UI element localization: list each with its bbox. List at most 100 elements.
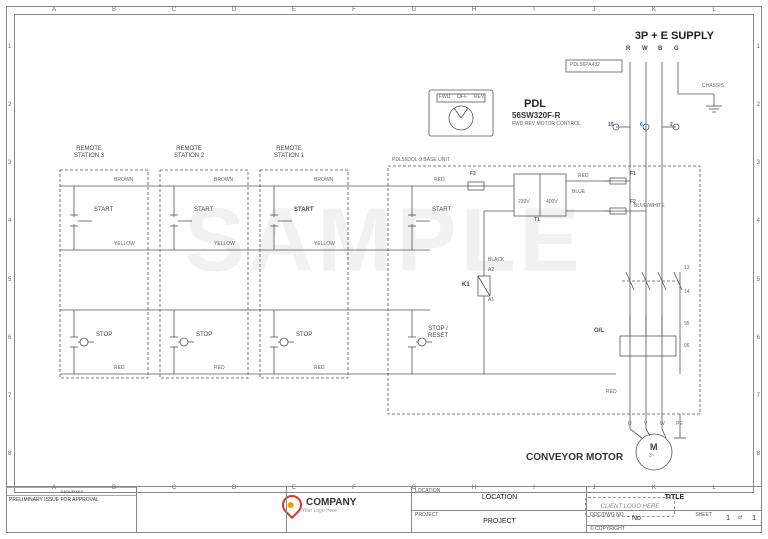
f3-label: F3 (470, 172, 476, 178)
wire-brown-1: BROWN (114, 178, 133, 184)
base-unit-label: PDL56DOL-9 BASE UNIT (392, 158, 450, 164)
station1-label: REMOTE STATION 1 (274, 146, 304, 159)
term-10: 10 (608, 123, 614, 129)
sw-off: OFF (457, 95, 467, 101)
ruler-col: C (172, 7, 176, 13)
ruler-col: A (52, 7, 56, 13)
ruler-row: 6 (8, 335, 11, 341)
ruler-col: B (112, 7, 116, 13)
ruler-row: 7 (757, 393, 760, 399)
project-value: PROJECT (412, 518, 587, 525)
pdl-sub: FWD REV MOTOR CONTROL (512, 122, 581, 128)
wire-red-a: RED (434, 178, 445, 184)
ruler-col: J (593, 7, 596, 13)
sheet-hdr: SHEET (695, 512, 712, 518)
title-block: DATA/FIXED PRELIMINARY ISSUE FOR APPROVA… (6, 486, 762, 533)
drawing-area: 3P + E SUPPLY R W B G PDL56PA432 CHASSIS… (14, 14, 754, 493)
wire-red-1: RED (114, 366, 125, 372)
motor-u: U (628, 422, 632, 428)
motor-w: W (660, 422, 665, 428)
t1-230: 230V (518, 200, 530, 206)
ruler-col: G (412, 485, 417, 491)
wire-red-bottom: RED (606, 390, 617, 396)
wire-red-b: RED (578, 174, 589, 180)
docnum-hdr: DOC/DWG NO (590, 512, 624, 518)
chassis-label: CHASSIS (702, 84, 724, 90)
stop-1: STOP (296, 332, 312, 339)
schematic-svg (14, 14, 754, 493)
ruler-col: H (472, 7, 476, 13)
ruler-col: G (412, 7, 417, 13)
motor-sub: 3~ (649, 454, 655, 460)
phase-r: R (626, 46, 630, 53)
start-3: START (94, 207, 113, 214)
rev-header: DATA/FIXED (7, 487, 137, 495)
motor-m: M (650, 443, 658, 453)
location-value: LOCATION (412, 494, 587, 501)
sheet-n: 1 (726, 515, 730, 522)
ol-label: O/L (594, 328, 604, 335)
station3-label: REMOTE STATION 3 (74, 146, 104, 159)
ruler-col: C (172, 485, 176, 491)
wire-yellow-3: YELLOW (314, 242, 335, 248)
wire-bluewhite: BLUE/WHITE (634, 204, 665, 210)
wire-black: BLACK (488, 258, 504, 264)
supply-title: 3P + E SUPPLY (635, 30, 714, 42)
wire-yellow-1: YELLOW (114, 242, 135, 248)
ruler-row: 2 (8, 102, 11, 108)
ruler-row: 5 (757, 277, 760, 283)
ruler-row: 5 (8, 277, 11, 283)
ruler-col: E (292, 7, 296, 13)
wire-brown-2: BROWN (214, 178, 233, 184)
ruler-row: 7 (8, 393, 11, 399)
a2-label: A2 (488, 268, 494, 274)
f1-label: F1 (630, 172, 636, 178)
ruler-col: F (352, 7, 356, 13)
stop-3: STOP (96, 332, 112, 339)
a14: 14 (684, 290, 690, 296)
ruler-col: B (112, 485, 116, 491)
ruler-col: D (232, 485, 236, 491)
term-6: 6 (640, 123, 643, 129)
wire-red-2: RED (214, 366, 225, 372)
copyright: © COPYRIGHT (590, 526, 625, 532)
wire-yellow-2: YELLOW (214, 242, 235, 248)
motor-pe: PE (676, 422, 683, 428)
ruler-row: 6 (757, 335, 760, 341)
ruler-col: L (712, 7, 715, 13)
ruler-col: F (352, 485, 356, 491)
wire-red-3: RED (314, 366, 325, 372)
f2-label: F2 (630, 200, 636, 206)
start-2: START (194, 207, 213, 214)
term-2: 2 (670, 123, 673, 129)
ruler-row: 2 (757, 102, 760, 108)
docnum-value: No (632, 515, 641, 522)
motor-v: V (644, 422, 647, 428)
ruler-row: 3 (8, 160, 11, 166)
ruler-row: 8 (757, 451, 760, 457)
ruler-col: A (52, 485, 56, 491)
title-value: TITLE (587, 494, 762, 501)
k1-label: K1 (462, 282, 470, 289)
ruler-row: 3 (757, 160, 760, 166)
sheets-n: 1 (752, 515, 756, 522)
station2-label: REMOTE STATION 2 (174, 146, 204, 159)
ruler-col: J (593, 485, 596, 491)
motor-title: CONVEYOR MOTOR (526, 452, 623, 463)
ruler-col: D (232, 7, 236, 13)
sw-rev: REV (474, 95, 484, 101)
ruler-col: H (472, 485, 476, 491)
sw-fwd: FWD (439, 95, 450, 101)
ruler-col: K (652, 485, 656, 491)
wire-blue: BLUE (572, 190, 585, 196)
stop-reset: STOP / RESET (428, 326, 448, 339)
t1-label: T1 (534, 218, 540, 224)
pdl-model: 56SW320F-R (512, 112, 560, 121)
drawing-sheet: SAMPLE {"colstart":40,"colstep":60,"rows… (0, 0, 768, 539)
ruler-row: 1 (8, 44, 11, 50)
ruler-row: 8 (8, 451, 11, 457)
t1-400: 400V (546, 200, 558, 206)
supply-block: PDL56PA432 (570, 63, 600, 69)
rev-row: PRELIMINARY ISSUE FOR APPROVAL (7, 495, 137, 503)
ruler-col: K (652, 7, 656, 13)
